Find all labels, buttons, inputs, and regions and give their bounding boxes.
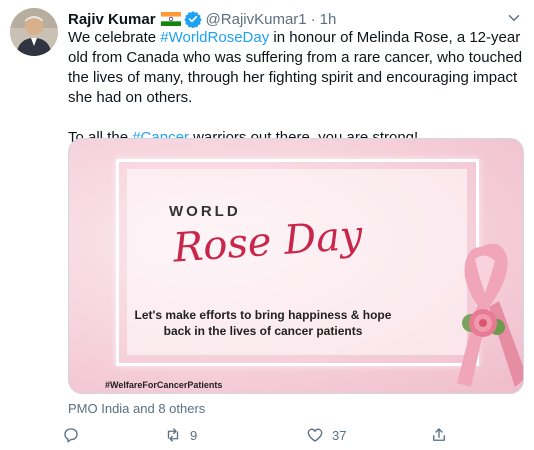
like-count: 37: [332, 427, 347, 443]
action-bar: 9 37: [62, 424, 462, 446]
timestamp[interactable]: 1h: [320, 11, 337, 28]
retweet-icon: [167, 428, 179, 442]
user-handle[interactable]: @RajivKumar1: [206, 11, 307, 28]
like-button[interactable]: 37: [306, 424, 346, 446]
share-button[interactable]: [430, 424, 448, 446]
heart-icon: [307, 428, 323, 442]
verified-badge-icon: [183, 10, 202, 29]
reply-button[interactable]: [62, 424, 88, 446]
image-tagline: Let's make efforts to bring happiness & …: [134, 308, 392, 338]
pink-ribbon-rose-icon: [441, 237, 523, 393]
retweet-count: 9: [190, 427, 198, 443]
tweet-paragraph-1: We celebrate #WorldRoseDay in honour of …: [68, 28, 528, 108]
tweet-text: We celebrate #WorldRoseDay in honour of …: [68, 28, 528, 148]
hashtag-link-worldroseday[interactable]: #WorldRoseDay: [160, 29, 269, 46]
image-world-text: WORLD: [169, 203, 241, 220]
tagged-users[interactable]: PMO India and 8 others: [68, 401, 205, 416]
display-name[interactable]: Rajiv Kumar: [68, 11, 156, 28]
india-flag-icon: [160, 12, 181, 26]
separator-dot: ·: [310, 10, 316, 28]
tagged-users-text: PMO India and 8 others: [68, 401, 206, 416]
reply-icon: [64, 428, 78, 443]
image-hashtag-text: #WelfareForCancerPatients: [105, 380, 223, 390]
tweet-card[interactable]: Rajiv Kumar @RajivKumar1 · 1h We celebra…: [0, 0, 534, 450]
tweet-header: Rajiv Kumar @RajivKumar1 · 1h: [68, 9, 336, 29]
retweet-button[interactable]: 9: [164, 424, 197, 446]
avatar[interactable]: [10, 8, 58, 56]
tweet-image[interactable]: WORLD Rose Day Let's make efforts to bri…: [68, 138, 524, 394]
text-segment: We celebrate: [68, 29, 161, 46]
share-icon: [433, 428, 445, 441]
more-options-icon[interactable]: [502, 6, 526, 30]
